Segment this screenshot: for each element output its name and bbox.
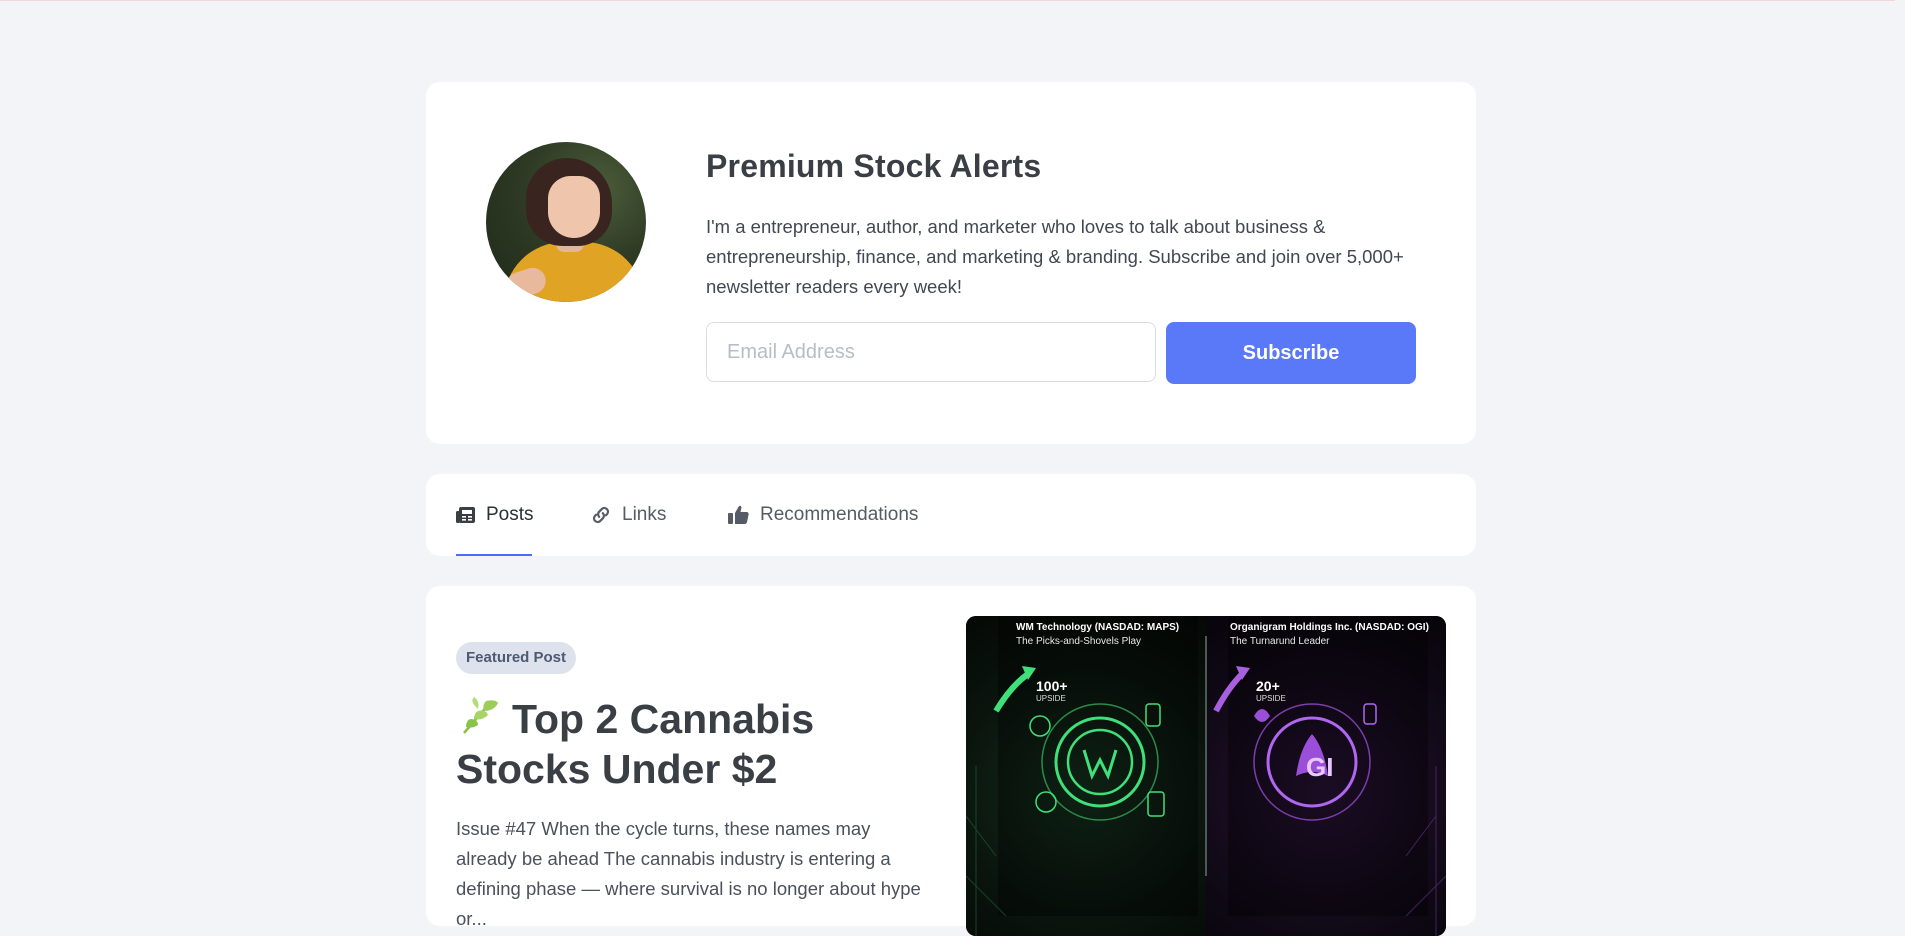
email-field[interactable] <box>706 322 1156 382</box>
post-thumbnail[interactable]: WM Technology (NASDAD: MAPS) The Picks-a… <box>966 616 1446 936</box>
post-title[interactable]: Top 2 Cannabis Stocks Under $2 <box>456 694 896 794</box>
featured-post-card[interactable]: Featured Post Top 2 Cannabis Stocks Unde… <box>426 586 1476 936</box>
avatar <box>486 142 646 302</box>
svg-text:GI: GI <box>1306 752 1333 782</box>
featured-badge: Featured Post <box>456 642 577 674</box>
tab-label: Recommendations <box>760 504 919 525</box>
link-icon <box>590 504 612 526</box>
thumbs-up-icon <box>728 504 750 526</box>
subscribe-button[interactable]: Subscribe <box>1166 322 1416 384</box>
post-excerpt: Issue #47 When the cycle turns, these na… <box>456 818 921 929</box>
top-border <box>0 0 1905 1</box>
tab-bar: Posts Links Recommendations <box>426 474 1476 556</box>
active-tab-indicator <box>456 554 532 556</box>
leaf-icon <box>456 697 502 737</box>
stock-illustration: GI <box>966 666 1446 936</box>
scrollbar[interactable] <box>1895 0 1905 913</box>
page-title: Premium Stock Alerts <box>706 148 1042 184</box>
tab-label: Posts <box>486 504 534 525</box>
tab-recommendations[interactable]: Recommendations <box>728 474 918 556</box>
profile-description: I'm a entrepreneur, author, and marketer… <box>706 216 1404 297</box>
tab-label: Links <box>622 504 667 525</box>
newspaper-icon <box>456 504 476 526</box>
post-title-text: Top 2 Cannabis Stocks Under $2 <box>456 696 815 792</box>
profile-card: Premium Stock Alerts I'm a entrepreneur,… <box>426 82 1476 444</box>
tab-links[interactable]: Links <box>590 474 666 556</box>
tab-posts[interactable]: Posts <box>456 474 534 556</box>
